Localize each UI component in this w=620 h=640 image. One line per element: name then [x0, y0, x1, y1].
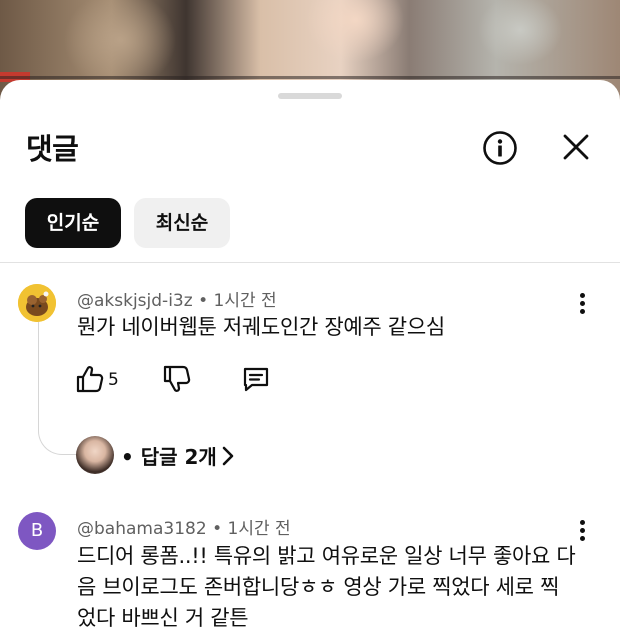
thumbs-up-icon — [76, 366, 104, 393]
avatar[interactable] — [18, 284, 56, 322]
more-vert-icon — [576, 293, 588, 314]
comment-text: 드디어 롱폼..!! 특유의 밝고 여유로운 일상 너무 좋아요 다 음 브이로… — [77, 541, 597, 634]
thumbs-down-icon — [163, 365, 191, 392]
comment-author[interactable]: @bahama3182 — [77, 519, 207, 539]
video-frame-edge — [0, 76, 620, 79]
close-button[interactable] — [559, 130, 593, 164]
comment-text-line: 었다 바쁘신 거 같튼 — [77, 606, 249, 630]
drag-handle[interactable] — [278, 93, 342, 99]
info-icon — [483, 131, 517, 165]
comment-icon — [243, 367, 269, 392]
reply-button[interactable] — [242, 364, 270, 394]
comment-text-line: 음 브이로그도 존버합니당ㅎㅎ 영상 가로 찍었다 세로 찍 — [77, 575, 560, 599]
dislike-button[interactable] — [163, 364, 191, 394]
reply-avatar — [76, 436, 114, 474]
reply-thread-line — [38, 322, 77, 455]
more-vert-icon — [576, 520, 588, 541]
comment-text-line: 드디어 롱폼..!! 특유의 밝고 여유로운 일상 너무 좋아요 다 — [77, 544, 576, 568]
cartoon-avatar-icon — [18, 284, 56, 322]
like-button[interactable] — [76, 364, 104, 394]
comment-author[interactable]: @akskjsjd-i3z — [77, 291, 193, 311]
comment-time: 1시간 전 — [227, 519, 291, 539]
tab-newest-comments[interactable]: 최신순 — [134, 198, 230, 248]
sheet-title: 댓글 — [26, 132, 79, 166]
divider — [0, 262, 620, 263]
comment-meta: @akskjsjd-i3z • 1시간 전 — [77, 286, 277, 311]
view-replies-button[interactable]: • 답글 2개 — [121, 441, 217, 470]
meta-separator: • — [198, 291, 209, 311]
close-icon — [563, 134, 589, 160]
comment-meta: @bahama3182 • 1시간 전 — [77, 514, 291, 539]
comment-more-button[interactable] — [576, 293, 588, 317]
meta-separator: • — [212, 519, 223, 539]
comment-time: 1시간 전 — [213, 291, 277, 311]
like-count: 5 — [108, 370, 119, 390]
chevron-right-icon[interactable] — [219, 445, 237, 467]
tab-top-comments[interactable]: 인기순 — [25, 198, 121, 248]
comment-text: 뭔가 네이버웹툰 저궤도인간 장예주 같으심 — [77, 315, 445, 339]
info-button[interactable] — [481, 129, 519, 167]
avatar[interactable]: B — [18, 512, 56, 550]
